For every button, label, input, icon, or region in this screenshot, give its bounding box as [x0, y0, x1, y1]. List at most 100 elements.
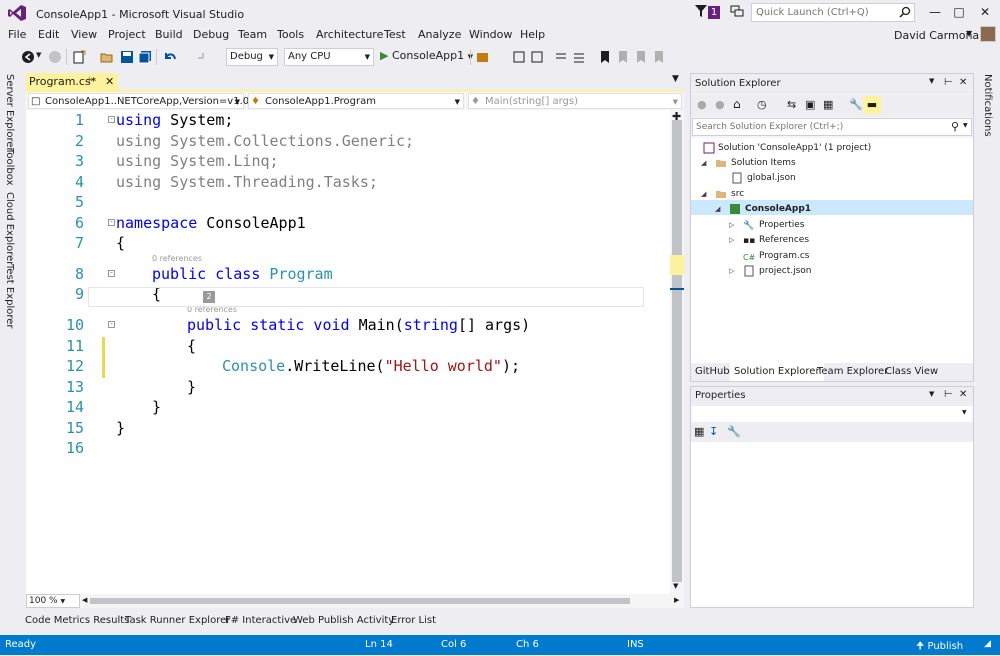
- close-button[interactable]: ✕: [976, 4, 994, 20]
- scroll-thumb[interactable]: [90, 598, 630, 604]
- property-pages-icon[interactable]: 🔧: [727, 425, 741, 438]
- menu-test[interactable]: Test: [384, 28, 406, 41]
- publish-button[interactable]: 🠉 Publish: [916, 639, 963, 656]
- collapse-icon[interactable]: -: [108, 219, 115, 226]
- quick-launch-box[interactable]: [751, 3, 915, 22]
- show-all-files-icon[interactable]: ▦: [823, 98, 833, 111]
- prev-bookmark-icon[interactable]: [616, 50, 630, 64]
- collapse-icon[interactable]: -: [108, 321, 115, 328]
- open-file-icon[interactable]: [100, 50, 114, 64]
- minimize-button[interactable]: —: [926, 4, 944, 20]
- undo-icon[interactable]: [163, 50, 177, 64]
- vertical-scrollbar[interactable]: ✚ ▼: [670, 110, 684, 594]
- notification-count-badge[interactable]: 1: [708, 6, 720, 19]
- scroll-right-icon[interactable]: ▶: [674, 596, 679, 604]
- codelens-references[interactable]: 0 references: [152, 254, 202, 263]
- project-scope-select[interactable]: □ ConsoleApp1..NETCoreApp,Version=v1.0 ▼: [28, 93, 249, 109]
- menu-edit[interactable]: Edit: [38, 28, 59, 41]
- solution-search-input[interactable]: [693, 119, 943, 135]
- menu-window[interactable]: Window: [469, 28, 512, 41]
- notification-flag-icon[interactable]: [694, 4, 708, 18]
- close-icon[interactable]: ✕: [105, 73, 114, 90]
- menu-build[interactable]: Build: [155, 28, 183, 41]
- horizontal-scrollbar[interactable]: ◀ ▶: [80, 594, 684, 608]
- scroll-down-icon[interactable]: ▼: [673, 582, 678, 590]
- menu-view[interactable]: View: [71, 28, 97, 41]
- menu-file[interactable]: File: [8, 28, 26, 41]
- collapse-icon[interactable]: -: [108, 270, 115, 277]
- menu-team[interactable]: Team: [238, 28, 267, 41]
- tab-class-view[interactable]: Class View: [881, 363, 942, 381]
- expanded-icon[interactable]: ◢: [715, 202, 720, 217]
- tab-program-cs[interactable]: Program.cs* ⊢ ✕: [26, 73, 118, 90]
- sync-icon[interactable]: ⇆: [787, 98, 796, 111]
- tab-web-publish[interactable]: Web Publish Activity: [293, 615, 394, 626]
- chevron-down-icon[interactable]: ▼: [929, 390, 934, 398]
- properties-wrench-icon[interactable]: 🔧: [849, 98, 863, 111]
- browser-link-icon[interactable]: [476, 50, 490, 64]
- chevron-down-icon[interactable]: ▼: [929, 77, 934, 85]
- chevron-down-icon[interactable]: ▼: [963, 122, 968, 129]
- expanded-icon[interactable]: ◢: [701, 156, 706, 171]
- categorized-icon[interactable]: ▦: [694, 425, 704, 438]
- menu-analyze[interactable]: Analyze: [418, 28, 461, 41]
- type-select[interactable]: ♦ ConsoleApp1.Program ▼: [248, 93, 464, 109]
- scroll-left-icon[interactable]: ◀: [82, 596, 87, 604]
- search-icon[interactable]: ⚲: [951, 120, 959, 133]
- menu-project[interactable]: Project: [108, 28, 146, 41]
- platform-select[interactable]: Any CPU ▼: [284, 48, 374, 66]
- menu-architecture[interactable]: Architecture: [316, 28, 383, 41]
- pin-icon[interactable]: ⊢: [944, 77, 953, 88]
- close-icon[interactable]: ✕: [959, 77, 967, 88]
- expanded-icon[interactable]: ◢: [701, 187, 706, 202]
- collapsed-icon[interactable]: ▷: [729, 218, 734, 233]
- forward-icon[interactable]: [48, 50, 62, 64]
- tab-task-runner[interactable]: Task Runner Explorer: [125, 615, 230, 626]
- save-icon[interactable]: [120, 50, 134, 64]
- next-bookmark-icon[interactable]: [634, 50, 648, 64]
- alphabetical-icon[interactable]: ↧: [709, 425, 718, 438]
- solution-explorer-search[interactable]: ⚲ ▼: [692, 118, 972, 136]
- step-into-icon[interactable]: [512, 50, 526, 64]
- close-icon[interactable]: ✕: [959, 389, 967, 400]
- redo-icon[interactable]: [192, 50, 206, 64]
- tab-github[interactable]: GitHub: [691, 363, 734, 381]
- collapse-icon[interactable]: -: [108, 116, 115, 123]
- tab-fsharp-interactive[interactable]: F# Interactive: [225, 615, 296, 626]
- properties-object-select[interactable]: ▼: [692, 406, 972, 422]
- start-debugging-button[interactable]: ▶ ConsoleApp1 ▼: [380, 49, 473, 62]
- collapse-all-icon[interactable]: ▣: [805, 98, 815, 111]
- collapsed-icon[interactable]: ▷: [729, 264, 734, 279]
- collapsed-icon[interactable]: ▷: [729, 233, 734, 248]
- avatar[interactable]: [980, 26, 996, 42]
- back-icon[interactable]: ●: [697, 98, 707, 111]
- configuration-select[interactable]: Debug ▼: [226, 48, 278, 66]
- comment-icon[interactable]: [554, 50, 568, 64]
- member-select[interactable]: ♦ Main(string[] args) ▼: [468, 93, 682, 109]
- step-over-icon[interactable]: [530, 50, 544, 64]
- tab-overflow-icon[interactable]: ▼: [672, 74, 679, 84]
- new-project-icon[interactable]: [72, 50, 86, 64]
- history-icon[interactable]: ◷: [757, 98, 767, 111]
- uncomment-icon[interactable]: [572, 50, 586, 64]
- chevron-down-icon[interactable]: ▼: [966, 29, 972, 38]
- zoom-select[interactable]: 100 % ▼: [26, 594, 80, 608]
- back-icon[interactable]: [21, 50, 35, 64]
- code-editor[interactable]: 1 2 3 4 5 6 7 8 9 10 11 12 13 14 15 16 -…: [26, 110, 684, 594]
- bookmark-icon[interactable]: [598, 50, 612, 64]
- menu-help[interactable]: Help: [520, 28, 545, 41]
- feedback-icon[interactable]: [730, 4, 744, 18]
- tab-solution-explorer[interactable]: Solution Explorer: [730, 363, 824, 381]
- cloud-explorer-tab[interactable]: Cloud Explorer: [4, 192, 15, 265]
- test-explorer-tab[interactable]: Test Explorer: [4, 264, 15, 329]
- home-icon[interactable]: ⌂: [733, 97, 741, 111]
- preview-icon[interactable]: ▬: [863, 96, 881, 114]
- server-explorer-tab[interactable]: Server Explorer: [4, 74, 15, 152]
- tab-code-metrics[interactable]: Code Metrics Results: [25, 615, 129, 626]
- pin-icon[interactable]: ⊢: [944, 389, 953, 400]
- scroll-thumb[interactable]: [672, 120, 682, 582]
- quick-launch-input[interactable]: [752, 4, 892, 21]
- pin-icon[interactable]: ⊢: [88, 73, 96, 90]
- toolbox-tab[interactable]: Toolbox: [4, 148, 15, 186]
- forward-icon[interactable]: ●: [715, 98, 725, 111]
